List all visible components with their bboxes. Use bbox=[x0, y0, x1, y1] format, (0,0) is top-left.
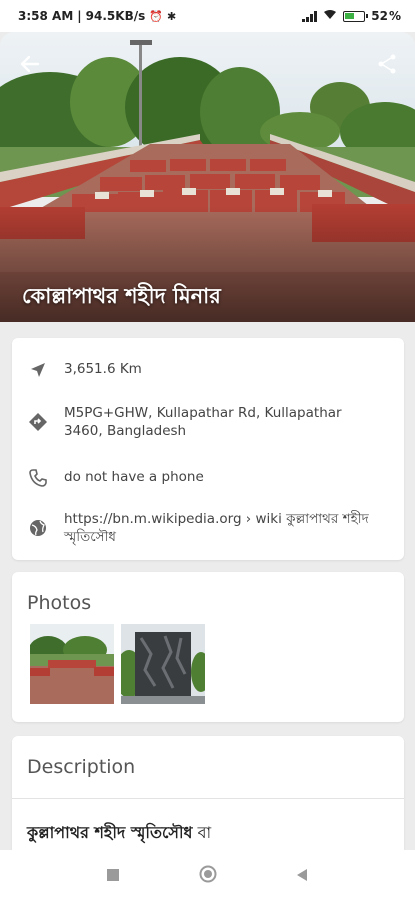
wifi-icon bbox=[323, 9, 337, 23]
photos-card: Photos bbox=[12, 572, 404, 722]
share-icon bbox=[378, 54, 396, 74]
status-time: 3:58 AM bbox=[18, 9, 74, 23]
recents-button[interactable] bbox=[106, 867, 120, 886]
phone-value: do not have a phone bbox=[64, 469, 204, 485]
hero-image: কোল্লাপাথর শহীদ মিনার bbox=[0, 32, 415, 322]
home-button[interactable] bbox=[199, 865, 217, 887]
status-bar: 3:58 AM | 94.5KB/s ⏰ ✱ 52% bbox=[0, 0, 415, 32]
network-speed: 94.5KB/s bbox=[85, 9, 146, 23]
distance-value: 3,651.6 Km bbox=[64, 361, 142, 377]
photos-heading: Photos bbox=[27, 592, 92, 614]
circle-icon bbox=[199, 865, 217, 883]
globe-icon bbox=[30, 520, 46, 536]
place-title: কোল্লাপাথর শহীদ মিনার bbox=[22, 284, 221, 308]
triangle-back-icon bbox=[297, 869, 307, 881]
place-info-card: 3,651.6 Km M5PG+GHW, Kullapathar Rd, Kul… bbox=[12, 338, 404, 560]
website-link[interactable]: https://bn.m.wikipedia.org › wiki কুল্লা… bbox=[64, 510, 384, 546]
directions-icon bbox=[29, 413, 47, 431]
share-button[interactable] bbox=[375, 52, 399, 76]
photo-thumbnail[interactable] bbox=[30, 624, 114, 704]
divider bbox=[12, 798, 404, 799]
description-heading: Description bbox=[27, 756, 136, 778]
back-nav-button[interactable] bbox=[296, 867, 308, 886]
battery-percent: 52 bbox=[371, 9, 388, 23]
back-button[interactable] bbox=[16, 50, 44, 78]
signal-icon bbox=[302, 10, 318, 22]
address-value: M5PG+GHW, Kullapathar Rd, Kullapathar 34… bbox=[64, 405, 342, 439]
phone-icon bbox=[29, 469, 47, 487]
photo-thumbnail[interactable] bbox=[121, 624, 205, 704]
notification-icon: ✱ bbox=[166, 9, 177, 23]
memorial-photo bbox=[0, 32, 415, 322]
description-text: কুল্লাপাথর শহীদ স্মৃতিসৌধ বা bbox=[27, 823, 212, 842]
system-nav-bar bbox=[0, 850, 415, 900]
arrow-left-icon bbox=[20, 55, 40, 73]
battery-icon bbox=[343, 10, 369, 22]
alarm-icon: ⏰ bbox=[149, 9, 163, 23]
square-icon bbox=[107, 869, 119, 881]
navigation-icon bbox=[31, 363, 45, 377]
